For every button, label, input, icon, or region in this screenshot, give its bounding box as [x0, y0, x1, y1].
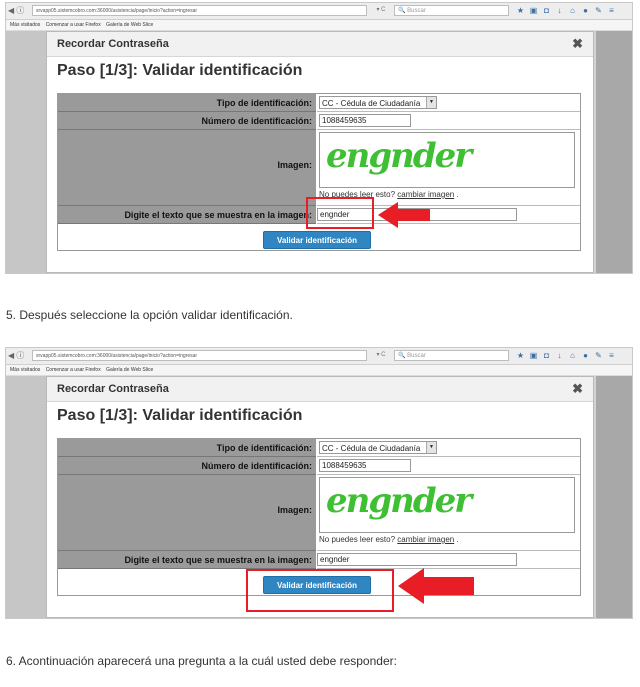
row-numero: Número de identificación: 1088459635: [58, 112, 580, 130]
tipo-label: Tipo de identificación:: [58, 94, 316, 112]
search-placeholder: Buscar: [407, 8, 426, 14]
download-icon[interactable]: ↓: [553, 350, 566, 361]
home-icon[interactable]: ⌂: [566, 5, 579, 16]
browser-toolbar: ◀ ⓘ srvapp05.sistemcobro.com:36000/asist…: [6, 348, 632, 365]
modal-header: Recordar Contraseña ✖: [47, 377, 593, 402]
row-tipo: Tipo de identificación: CC - Cédula de C…: [58, 439, 580, 457]
modal-header: Recordar Contraseña ✖: [47, 32, 593, 57]
digite-label: Digite el texto que se muestra en la ima…: [58, 551, 316, 569]
url-bar[interactable]: srvapp05.sistemcobro.com:36000/asistenci…: [32, 5, 367, 16]
chat-icon[interactable]: ●: [579, 5, 592, 16]
back-forward-icon[interactable]: ◀ ⓘ: [8, 5, 30, 16]
tipo-label: Tipo de identificación:: [58, 439, 316, 457]
pocket-icon[interactable]: ◘: [540, 5, 553, 16]
back-forward-icon[interactable]: ◀ ⓘ: [8, 350, 30, 361]
captcha-image: engnder: [319, 132, 575, 188]
bookmark-most-visited[interactable]: Más visitados: [10, 367, 40, 373]
extension-icon[interactable]: ✎: [592, 5, 605, 16]
captcha-image: engnder: [319, 477, 575, 533]
bookmark-most-visited[interactable]: Más visitados: [10, 22, 40, 28]
extension-icon[interactable]: ✎: [592, 350, 605, 361]
arrow-left-icon: [378, 202, 430, 228]
home-icon[interactable]: ⌂: [566, 350, 579, 361]
page-backdrop-left: [6, 31, 46, 273]
captcha-links: No puedes leer esto? cambiar imagen .: [319, 535, 459, 544]
chevron-down-icon[interactable]: ▼: [426, 97, 436, 108]
numero-label: Número de identificación:: [58, 112, 316, 130]
step-title: Paso [1/3]: Validar identificación: [57, 407, 303, 424]
page-backdrop-right: [596, 376, 632, 618]
page-backdrop-right: [596, 31, 632, 273]
pocket-icon[interactable]: ◘: [540, 350, 553, 361]
caption-step6: 6. Acontinuación aparecerá una pregunta …: [6, 654, 397, 668]
download-icon[interactable]: ↓: [553, 5, 566, 16]
imagen-label: Imagen:: [58, 475, 316, 551]
tipo-select[interactable]: CC - Cédula de Ciudadanía ▼: [319, 96, 437, 109]
search-input[interactable]: 🔍 Buscar: [394, 5, 509, 16]
recover-password-modal: Recordar Contraseña ✖ Paso [1/3]: Valida…: [46, 31, 594, 273]
imagen-label: Imagen:: [58, 130, 316, 206]
highlight-validate-button: [246, 569, 394, 612]
bookmark-web-slice[interactable]: Galería de Web Slice: [106, 22, 153, 28]
chat-icon[interactable]: ●: [579, 350, 592, 361]
captcha-input[interactable]: engnder: [317, 553, 517, 566]
bookmark-getting-started[interactable]: Comenzar a usar Firefox: [46, 367, 101, 373]
page-backdrop-left: [6, 376, 46, 618]
tipo-value: CC - Cédula de Ciudadanía: [322, 444, 421, 453]
star-icon[interactable]: ★: [514, 5, 527, 16]
reload-button[interactable]: ▾ C: [370, 350, 392, 361]
digite-label: Digite el texto que se muestra en la ima…: [58, 206, 316, 224]
numero-input[interactable]: 1088459635: [319, 114, 411, 127]
clipboard-icon[interactable]: ▣: [527, 350, 540, 361]
screenshot-step-5: ◀ ⓘ srvapp05.sistemcobro.com:36000/asist…: [5, 347, 633, 619]
url-bar[interactable]: srvapp05.sistemcobro.com:36000/asistenci…: [32, 350, 367, 361]
row-digite: Digite el texto que se muestra en la ima…: [58, 551, 580, 569]
bookmarks-bar: Más visitados Comenzar a usar Firefox Ga…: [6, 365, 632, 376]
captcha-text: engnder: [326, 481, 472, 521]
bookmark-getting-started[interactable]: Comenzar a usar Firefox: [46, 22, 101, 28]
numero-input[interactable]: 1088459635: [319, 459, 411, 472]
bookmarks-bar: Más visitados Comenzar a usar Firefox Ga…: [6, 20, 632, 31]
close-icon[interactable]: ✖: [572, 36, 583, 52]
menu-icon[interactable]: ≡: [605, 5, 618, 16]
row-imagen: Imagen: engnder No puedes leer esto? cam…: [58, 130, 580, 206]
menu-icon[interactable]: ≡: [605, 350, 618, 361]
tipo-value: CC - Cédula de Ciudadanía: [322, 99, 421, 108]
toolbar-icons: ★ ▣ ◘ ↓ ⌂ ● ✎ ≡: [514, 5, 618, 16]
search-input[interactable]: 🔍 Buscar: [394, 350, 509, 361]
change-image-link[interactable]: cambiar imagen: [397, 190, 454, 199]
numero-label: Número de identificación:: [58, 457, 316, 475]
browser-toolbar: ◀ ⓘ srvapp05.sistemcobro.com:36000/asist…: [6, 3, 632, 20]
caption-step5: 5. Después seleccione la opción validar …: [6, 308, 293, 322]
screenshot-step-4: ◀ ⓘ srvapp05.sistemcobro.com:36000/asist…: [5, 2, 633, 274]
close-icon[interactable]: ✖: [572, 381, 583, 397]
toolbar-icons: ★ ▣ ◘ ↓ ⌂ ● ✎ ≡: [514, 350, 618, 361]
arrow-left-icon: [398, 568, 474, 604]
search-placeholder: Buscar: [407, 353, 426, 359]
row-tipo: Tipo de identificación: CC - Cédula de C…: [58, 94, 580, 112]
row-numero: Número de identificación: 1088459635: [58, 457, 580, 475]
star-icon[interactable]: ★: [514, 350, 527, 361]
modal-title: Recordar Contraseña: [57, 383, 169, 395]
change-image-link[interactable]: cambiar imagen: [397, 535, 454, 544]
row-imagen: Imagen: engnder No puedes leer esto? cam…: [58, 475, 580, 551]
chevron-down-icon[interactable]: ▼: [426, 442, 436, 453]
validate-button[interactable]: Validar identificación: [263, 231, 371, 249]
reload-button[interactable]: ▾ C: [370, 5, 392, 16]
clipboard-icon[interactable]: ▣: [527, 5, 540, 16]
highlight-captcha-input: [306, 197, 374, 229]
tipo-select[interactable]: CC - Cédula de Ciudadanía ▼: [319, 441, 437, 454]
captcha-text: engnder: [326, 136, 472, 176]
bookmark-web-slice[interactable]: Galería de Web Slice: [106, 367, 153, 373]
step-title: Paso [1/3]: Validar identificación: [57, 62, 303, 79]
modal-title: Recordar Contraseña: [57, 38, 169, 50]
